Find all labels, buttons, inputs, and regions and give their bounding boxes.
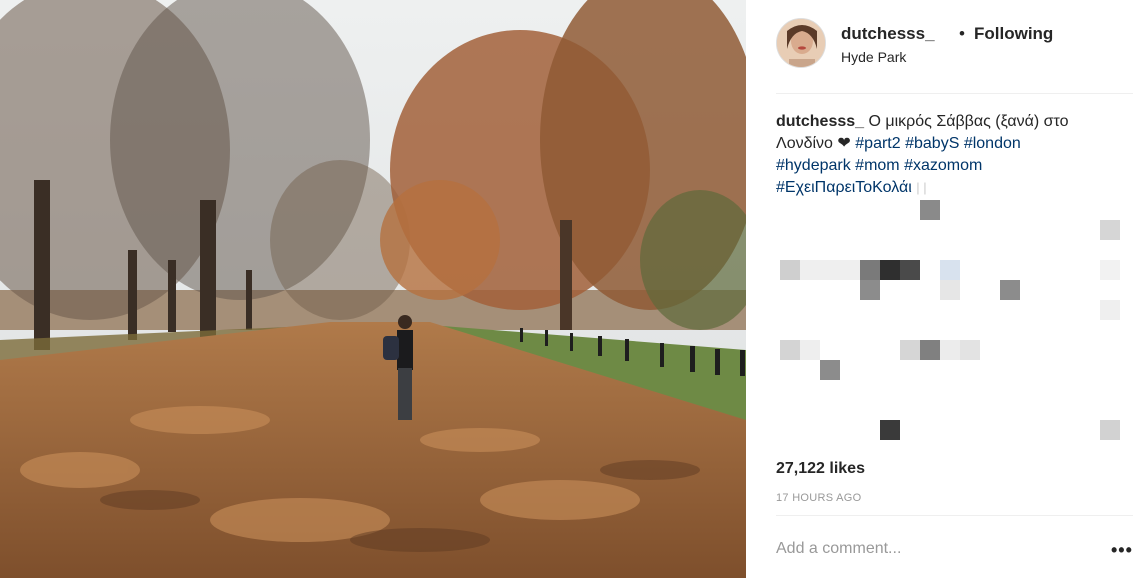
hashtag-link[interactable]: #london bbox=[964, 135, 1021, 152]
hashtag-link[interactable]: #ΕχειΠαρειΤοΚολάι bbox=[776, 179, 912, 196]
placeholder-pixel bbox=[800, 260, 860, 280]
post-caption: dutchesss_ Ο μικρός Σάββας (ξανά) στο Λο… bbox=[776, 111, 1106, 199]
placeholder-pixel bbox=[820, 360, 840, 380]
heart-glyph: ❤ bbox=[837, 135, 851, 152]
caption-username[interactable]: dutchesss_ bbox=[776, 113, 864, 130]
hashtag-link[interactable]: #hydepark bbox=[776, 157, 851, 174]
placeholder-pixel bbox=[900, 260, 920, 280]
header-username[interactable]: dutchesss_ bbox=[841, 24, 935, 44]
post-header: dutchesss_ • Following Hyde Park bbox=[776, 18, 1133, 70]
placeholder-pixel bbox=[940, 260, 960, 280]
placeholder-pixel bbox=[860, 280, 880, 300]
placeholder-pixel bbox=[1100, 300, 1120, 320]
post-timestamp: 17 HOURS AGO bbox=[776, 492, 862, 504]
hashtag-link[interactable]: #babyS bbox=[905, 135, 959, 152]
comment-divider bbox=[776, 515, 1133, 516]
hashtag-link[interactable]: #mom bbox=[855, 157, 899, 174]
location-link[interactable]: Hyde Park bbox=[841, 49, 906, 65]
post-photo[interactable] bbox=[0, 0, 746, 578]
placeholder-pixel bbox=[860, 260, 880, 280]
placeholder-pixel bbox=[1100, 220, 1120, 240]
placeholder-pixel bbox=[780, 340, 800, 360]
header-divider bbox=[776, 93, 1133, 94]
placeholder-pixel bbox=[1000, 280, 1020, 300]
placeholder-pixel bbox=[960, 340, 980, 360]
placeholder-pixel bbox=[800, 340, 820, 360]
placeholder-pixel bbox=[940, 340, 960, 360]
hashtag-link[interactable]: #xazomom bbox=[904, 157, 982, 174]
unrendered-glyphs: | | bbox=[916, 180, 927, 195]
placeholder-pixel bbox=[920, 340, 940, 360]
placeholder-pixel bbox=[920, 200, 940, 220]
placeholder-pixel bbox=[900, 340, 920, 360]
placeholder-pixel bbox=[940, 280, 960, 300]
post-side-panel: dutchesss_ • Following Hyde Park dutches… bbox=[746, 0, 1143, 578]
placeholder-pixel bbox=[880, 420, 900, 440]
profile-avatar[interactable] bbox=[776, 18, 826, 68]
header-separator: • bbox=[959, 24, 965, 43]
park-photo-image bbox=[0, 0, 746, 578]
placeholder-pixel bbox=[780, 260, 800, 280]
placeholder-pixel bbox=[1100, 420, 1120, 440]
hashtag-link[interactable]: #part2 bbox=[855, 135, 900, 152]
avatar-image bbox=[777, 19, 825, 67]
likes-count[interactable]: 27,122 likes bbox=[776, 460, 865, 478]
comment-input[interactable]: Add a comment... bbox=[776, 540, 901, 558]
following-button[interactable]: Following bbox=[974, 24, 1053, 44]
placeholder-pixel bbox=[1100, 260, 1120, 280]
more-options-icon[interactable]: ••• bbox=[1111, 540, 1133, 561]
placeholder-pixel bbox=[880, 260, 900, 280]
